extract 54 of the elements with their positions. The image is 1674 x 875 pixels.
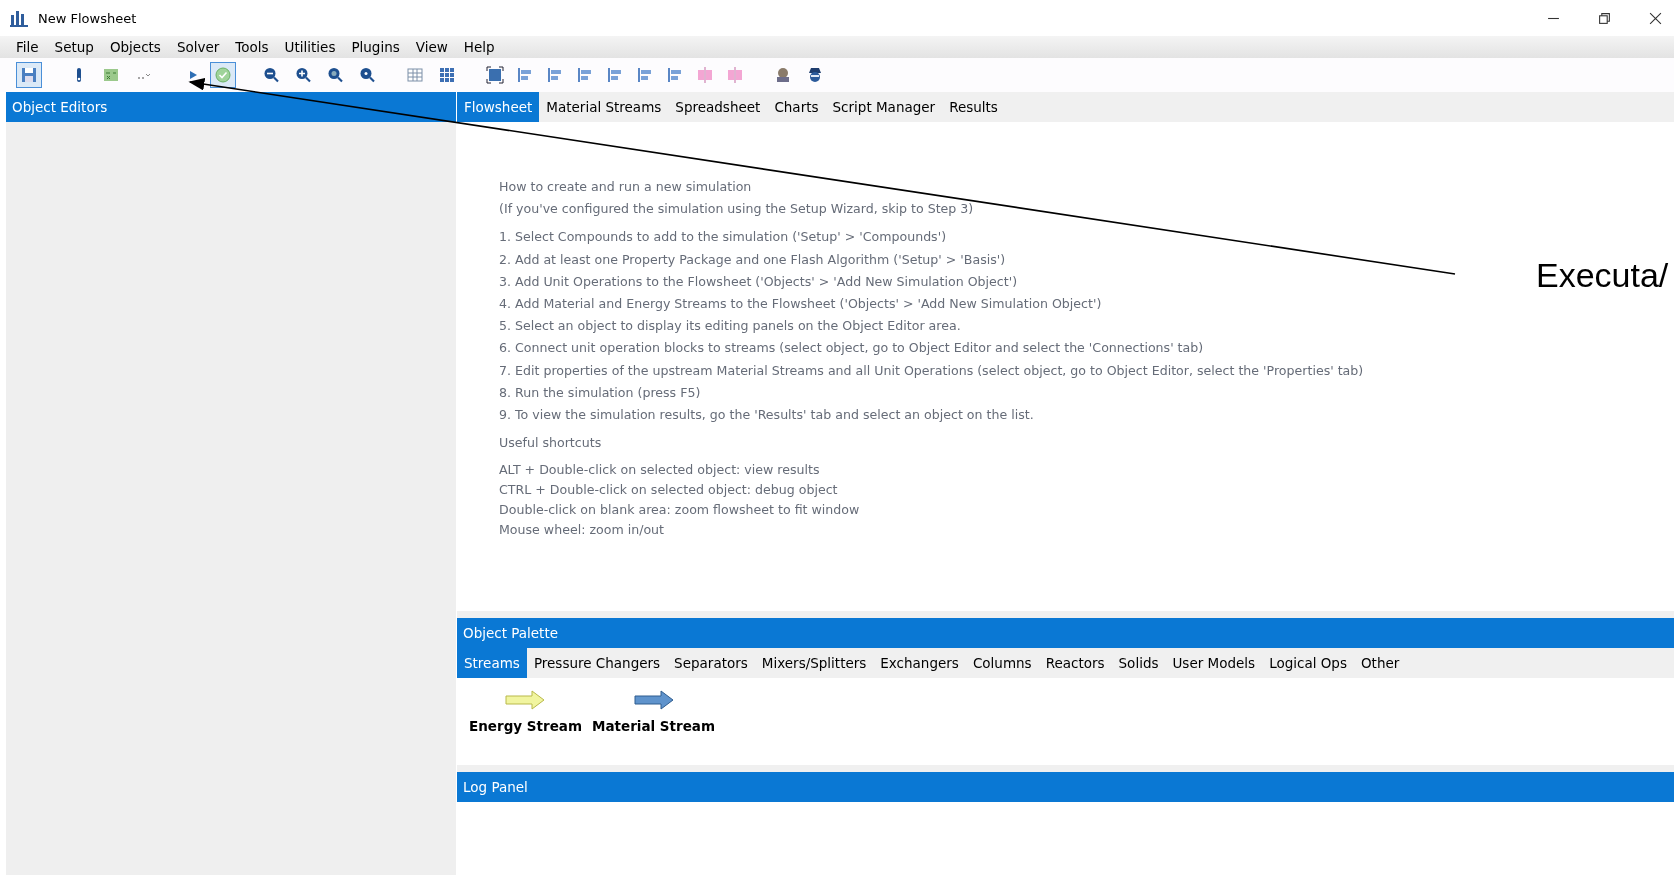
tab[interactable]: User Models: [1165, 648, 1263, 678]
shortcuts-heading: Useful shortcuts: [499, 434, 602, 453]
tab[interactable]: Spreadsheet: [668, 92, 768, 122]
menu-item[interactable]: Plugins: [343, 39, 408, 55]
shortcut-text: Mouse wheel: zoom in/out: [499, 520, 665, 539]
panel-header: Object Editors: [6, 92, 456, 122]
tab[interactable]: Pressure Changers: [526, 648, 668, 678]
tab[interactable]: Solids: [1111, 648, 1166, 678]
save-icon[interactable]: [16, 62, 42, 88]
window-title: New Flowsheet: [38, 10, 137, 26]
menu-item[interactable]: File: [8, 39, 47, 55]
tab[interactable]: Streams: [457, 648, 527, 678]
instruction-step: 8. Run the simulation (press F5): [499, 381, 701, 405]
app-icon: [10, 9, 28, 27]
tab[interactable]: Exchangers: [873, 648, 966, 678]
arrow-icon[interactable]: [632, 690, 675, 710]
shortcut-text: CTRL + Double-click on selected object: debug object: [499, 481, 838, 500]
tab[interactable]: Reactors: [1038, 648, 1112, 678]
menu-item[interactable]: Utilities: [276, 39, 344, 55]
tab[interactable]: Other: [1353, 648, 1407, 678]
menu-item[interactable]: Help: [455, 39, 503, 55]
menu-item[interactable]: Tools: [227, 39, 277, 55]
instruction-step: 2. Add at least one Property Package and one Flash Algorithm ('Setup' > 'Basis'): [499, 248, 1006, 271]
restore-icon[interactable]: [1598, 11, 1611, 25]
tab[interactable]: Mixers/Splitters: [754, 648, 874, 678]
instruction-step: 9. To view the simulation results, go the 'Results' tab and select an object on the list.: [499, 404, 1034, 427]
menu-item[interactable]: View: [407, 39, 456, 55]
instructions-heading: How to create and run a new simulation: [499, 178, 752, 196]
instruction-step: 3. Add Unit Operations to the Flowsheet ('Objects' > 'Add New Simulation Object'): [499, 270, 1018, 293]
panel-header: Log Panel: [457, 772, 1674, 802]
tab[interactable]: Results: [942, 92, 1005, 122]
instruction-step: 5. Select an object to display its editing panels on the Object Editor area.: [499, 315, 961, 338]
shortcut-text: ALT + Double-click on selected object: view results: [499, 461, 820, 480]
panel-header: Object Palette: [457, 618, 1674, 648]
menu-item[interactable]: Solver: [168, 39, 228, 55]
instruction-step: 4. Add Material and Energy Streams to the Flowsheet ('Objects' > 'Add New Simulation Object'): [499, 293, 1102, 316]
instruction-step: 1. Select Compounds to add to the simulation ('Setup' > 'Compounds'): [499, 226, 947, 249]
instruction-step: 6. Connect unit operation blocks to streams (select object, go to Object Editor and select the 'Connections' tab): [499, 337, 1204, 360]
tab[interactable]: Separators: [667, 648, 755, 678]
menu-item[interactable]: Objects: [101, 39, 169, 55]
tab[interactable]: Material Streams: [539, 92, 669, 122]
palette-item-label[interactable]: Material Stream: [592, 718, 716, 734]
close-icon[interactable]: [1649, 11, 1662, 25]
annotation-text: Executa/: [1536, 256, 1669, 295]
instructions-note: (If you've configured the simulation using the Setup Wizard, skip to Step 3): [499, 200, 974, 219]
shortcut-text: Double-click on blank area: zoom flowsheet to fit window: [499, 500, 860, 519]
menu-item[interactable]: Setup: [46, 39, 102, 55]
tab[interactable]: Flowsheet: [457, 92, 540, 122]
tab[interactable]: Script Manager: [825, 92, 943, 122]
tab[interactable]: Columns: [965, 648, 1039, 678]
tab[interactable]: Logical Ops: [1262, 648, 1354, 678]
tab[interactable]: Charts: [767, 92, 826, 122]
palette-item-label[interactable]: Energy Stream: [469, 718, 582, 734]
instruction-step: 7. Edit properties of the upstream Material Streams and all Unit Operations (select object, go to Object Editor, select the 'Properties' tab): [499, 359, 1364, 382]
